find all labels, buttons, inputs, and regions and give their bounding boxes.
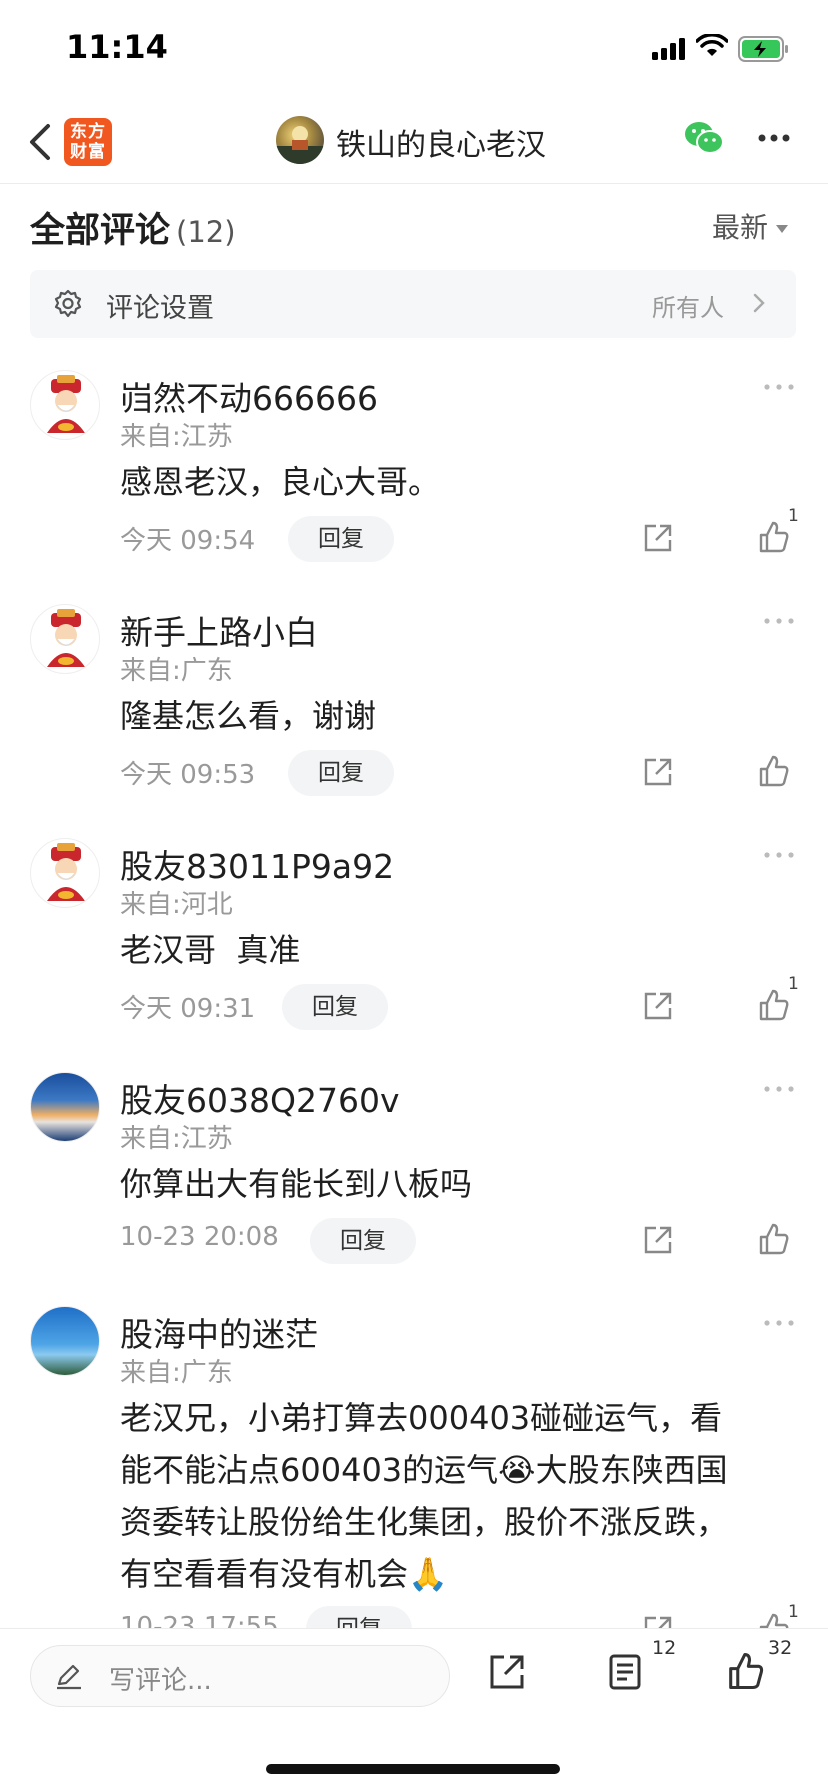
wifi-icon [696,34,728,56]
share-icon[interactable] [642,990,674,1022]
comment-time: 10-23 20:08 [120,1222,279,1252]
comment-text: 感恩老汉，良心大哥。 [120,463,441,501]
user-name[interactable]: 新手上路小白 [120,606,318,654]
battery-icon [738,36,788,62]
like-icon[interactable] [758,1612,790,1628]
home-indicator[interactable] [266,1764,560,1774]
comments-title: 全部评论 [30,211,171,251]
comment-time: 今天 09:31 [120,994,256,1024]
crying-laughing-emoji: 😭 [498,1451,536,1489]
user-name[interactable]: 股海中的迷茫 [120,1308,318,1356]
write-comment-input[interactable]: 写评论... [30,1645,450,1707]
user-location: 来自:河北 [120,890,233,920]
like-count: 1 [788,974,799,994]
comments-count: (12) [176,215,236,249]
comment-line: 有空看看有没有机会🙏 [120,1548,780,1600]
user-avatar[interactable] [30,1306,100,1376]
page-title: 铁山的良心老汉 [336,128,546,163]
comment-line: 能不能沾点600403的运气😭大股东陕西国 [120,1444,780,1496]
write-comment-placeholder: 写评论... [109,1666,212,1696]
more-icon[interactable] [764,618,794,624]
comment-line-text: 能不能沾点600403的运气 [120,1451,499,1489]
user-location: 来自:广东 [120,1358,233,1388]
more-icon[interactable] [764,384,794,390]
fortune-god-avatar-image [47,375,85,433]
settings-value: 所有人 [652,294,724,322]
chevron-right-icon [753,293,765,313]
pen-icon [57,1664,81,1690]
wechat-share-icon[interactable] [684,120,724,156]
comment-line-text: 大股东陕西国 [535,1451,728,1489]
comment-line: 资委转让股份给生化集团，股价不涨反跌， [120,1503,729,1541]
more-icon[interactable] [764,1086,794,1092]
logo-line1: 东方 [70,122,106,142]
author-avatar-image [276,126,324,164]
settings-label: 评论设置 [106,293,214,324]
user-name[interactable]: 股友6038Q2760v [120,1074,399,1122]
comment-settings-row[interactable]: 评论设置 所有人 [30,270,796,338]
like-icon[interactable] [758,754,790,788]
status-bar: 11:14 [0,0,828,100]
reply-button[interactable]: 回复 [288,516,394,562]
comment-text: 老汉兄，小弟打算去000403碰碰运气，看 能不能沾点600403的运气😭大股东… [120,1392,780,1600]
nav-bar: 东方 财富 铁山的良心老汉 [0,100,828,184]
share-icon[interactable] [642,756,674,788]
comment-time: 今天 09:53 [120,760,256,790]
pray-emoji: 🙏 [408,1555,448,1593]
share-icon[interactable] [642,522,674,554]
user-location: 来自:江苏 [120,422,233,452]
user-avatar[interactable] [30,370,100,440]
user-avatar[interactable] [30,838,100,908]
comments-header: 全部评论 (12) [30,202,236,253]
comment-count-badge: 12 [652,1637,677,1659]
comment-time: 今天 09:54 [120,526,256,556]
status-time: 11:14 [66,28,168,66]
share-icon[interactable] [642,1614,674,1628]
comment-item: 股海中的迷茫 来自:广东 老汉兄，小弟打算去000403碰碰运气，看 能不能沾点… [0,1306,828,1628]
fortune-god-avatar-image [47,843,85,901]
like-count-badge: 32 [768,1637,793,1659]
fortune-god-avatar-image [47,609,85,667]
app-logo[interactable]: 东方 财富 [64,118,112,166]
like-count: 1 [788,506,799,526]
more-options-icon[interactable] [758,134,790,142]
logo-line2: 财富 [70,142,106,162]
more-icon[interactable] [764,1320,794,1326]
gear-icon [54,289,82,318]
thumbs-up-icon[interactable] [726,1651,766,1691]
user-avatar[interactable] [30,1072,100,1142]
share-icon[interactable] [642,1224,674,1256]
comment-time: 10-23 17:55 [120,1612,279,1628]
user-location: 来自:江苏 [120,1124,233,1154]
user-name[interactable]: 股友83011P9a92 [120,840,394,888]
comment-text: 你算出大有能长到八板吗 [120,1165,473,1203]
author-avatar[interactable] [276,116,324,164]
share-icon[interactable] [488,1653,526,1691]
sort-dropdown[interactable]: 最新 [712,206,788,246]
signal-icon [652,38,685,60]
reply-button[interactable]: 回复 [282,984,388,1030]
like-icon[interactable] [758,988,790,1022]
more-icon[interactable] [764,852,794,858]
comment-line-text: 有空看看有没有机会 [120,1555,409,1593]
comment-text: 老汉哥 真准 [120,931,301,969]
sort-label: 最新 [711,211,768,244]
like-icon[interactable] [758,1222,790,1256]
reply-button[interactable]: 回复 [306,1606,412,1628]
user-name[interactable]: 岿然不动666666 [120,372,378,420]
like-count: 1 [788,1602,799,1622]
reply-button[interactable]: 回复 [310,1218,416,1264]
reply-button[interactable]: 回复 [288,750,394,796]
user-location: 来自:广东 [120,656,233,686]
caret-down-icon [776,225,788,233]
comment-list-icon[interactable] [608,1653,642,1691]
user-avatar[interactable] [30,604,100,674]
comment-line: 老汉兄，小弟打算去000403碰碰运气，看 [120,1399,723,1437]
comment-text: 隆基怎么看，谢谢 [120,697,377,735]
like-icon[interactable] [758,520,790,554]
back-icon[interactable] [24,120,60,164]
